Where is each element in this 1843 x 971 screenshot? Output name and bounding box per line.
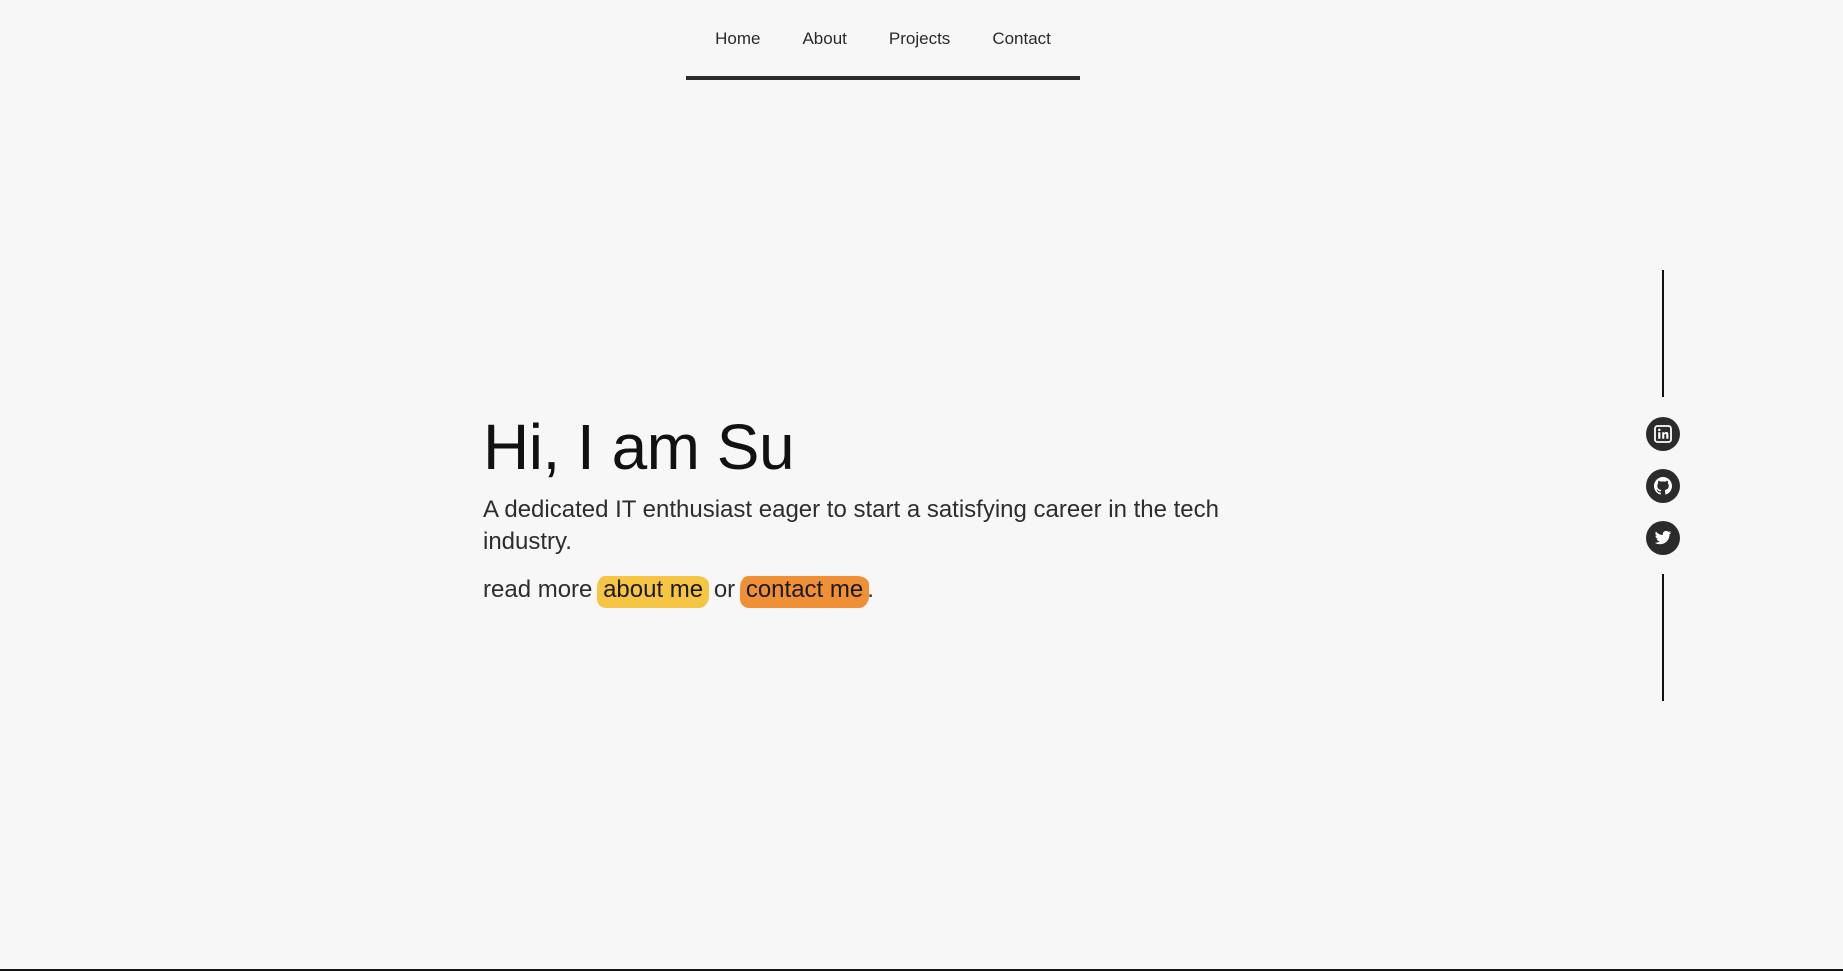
links-prefix: read more: [483, 576, 593, 603]
hero-title: Hi, I am Su: [483, 411, 795, 483]
nav-item-about[interactable]: About: [781, 29, 867, 49]
linkedin-link[interactable]: [1646, 417, 1680, 451]
hero-links: read more about me or contact me.: [483, 574, 1243, 608]
about-me-link[interactable]: about me: [597, 574, 710, 608]
nav-item-contact[interactable]: Contact: [971, 29, 1072, 49]
github-icon: [1654, 477, 1672, 495]
social-sidebar: [1646, 270, 1680, 702]
links-middle: or: [713, 576, 736, 603]
social-divider-bottom: [1662, 574, 1664, 701]
nav-item-home[interactable]: Home: [694, 29, 781, 49]
github-link[interactable]: [1646, 469, 1680, 503]
nav-item-projects[interactable]: Projects: [868, 29, 971, 49]
contact-me-link[interactable]: contact me: [739, 574, 870, 608]
twitter-icon: [1654, 529, 1672, 547]
hero-subtitle: A dedicated IT enthusiast eager to start…: [483, 496, 1219, 555]
linkedin-icon: [1654, 425, 1672, 443]
social-divider-top: [1662, 270, 1664, 397]
twitter-link[interactable]: [1646, 521, 1680, 555]
hero-section: Hi, I am Su A dedicated IT enthusiast ea…: [483, 408, 1243, 608]
main-nav: Home About Projects Contact: [686, 0, 1080, 80]
page: Home About Projects Contact Hi, I am Su …: [0, 0, 1843, 971]
